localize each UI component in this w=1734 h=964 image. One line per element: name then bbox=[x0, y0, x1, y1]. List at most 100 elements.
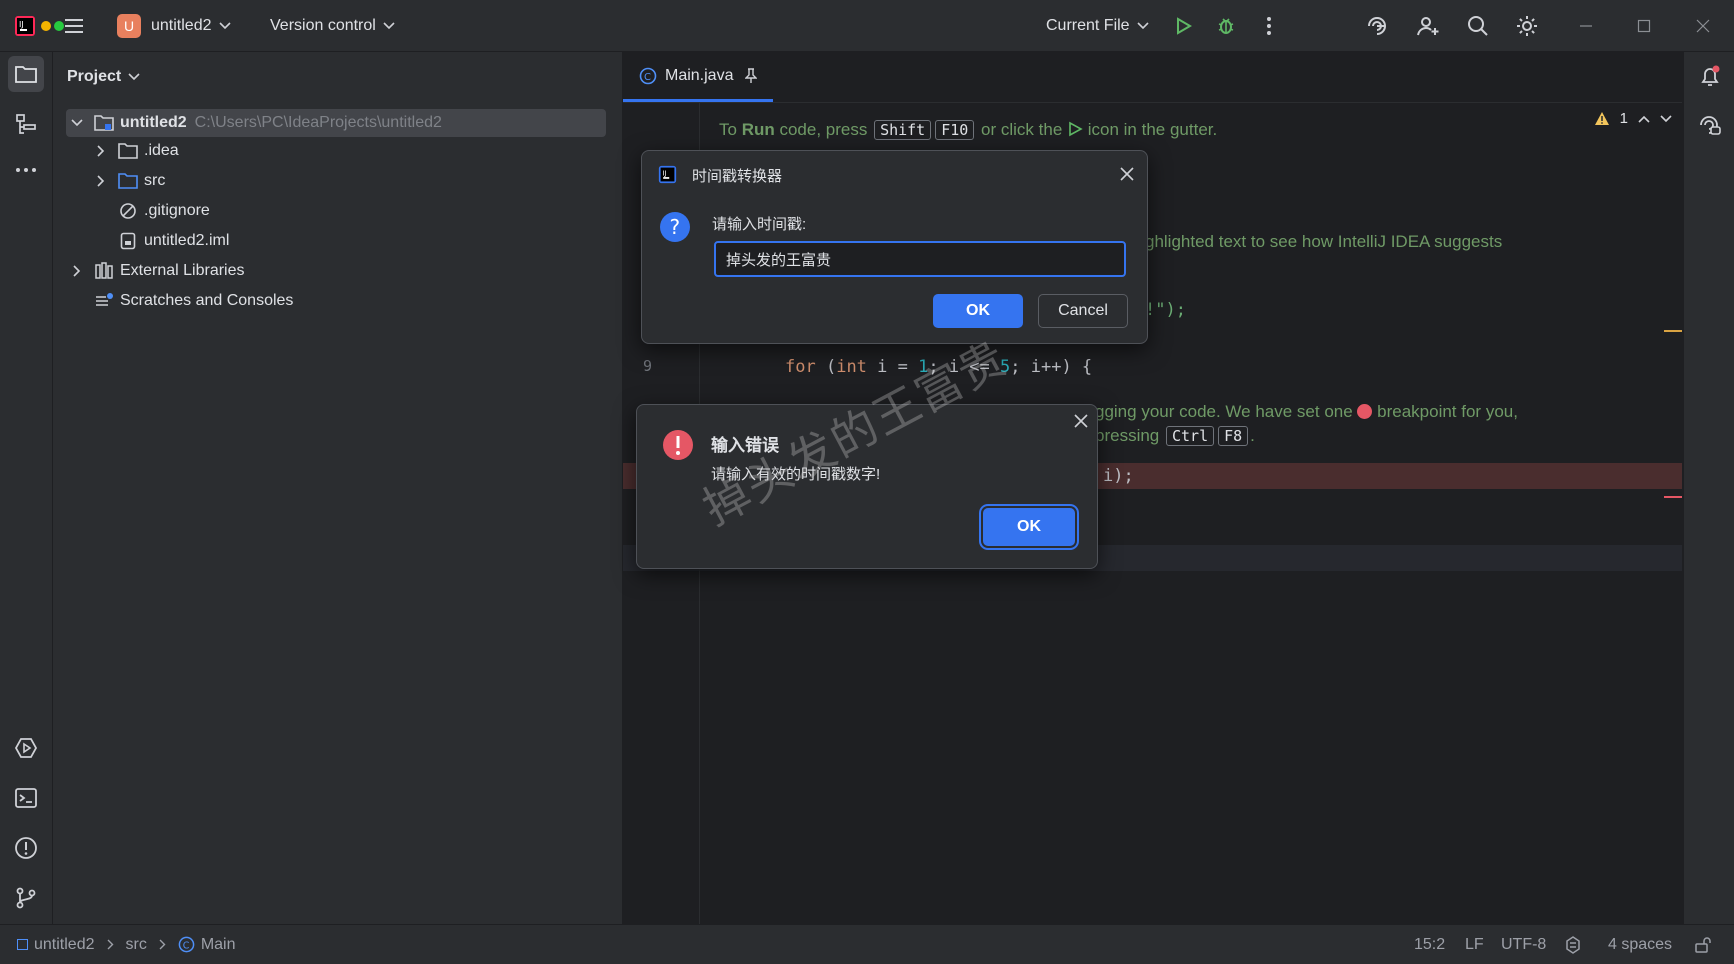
folder-icon bbox=[117, 143, 139, 159]
tree-item-iml[interactable]: untitled2.iml bbox=[117, 227, 229, 255]
editor-tab-bar: C Main.java bbox=[623, 52, 1682, 103]
ai-assistant-icon[interactable] bbox=[1364, 13, 1390, 39]
intellij-logo-icon: IJ bbox=[12, 13, 38, 39]
svg-text:IJ: IJ bbox=[662, 169, 666, 177]
tree-item-label: Scratches and Consoles bbox=[120, 292, 294, 309]
breadcrumb-project[interactable]: untitled2 bbox=[34, 936, 95, 954]
close-window-icon[interactable] bbox=[1690, 13, 1716, 39]
prompt-label: 请输入时间戳: bbox=[712, 216, 807, 233]
chevron-right-icon[interactable] bbox=[90, 145, 112, 157]
dialog-title: 时间戳转换器 bbox=[692, 168, 783, 185]
chevron-down-icon bbox=[218, 21, 231, 30]
chevron-down-icon[interactable] bbox=[66, 119, 88, 127]
tree-item-scratches[interactable]: Scratches and Consoles bbox=[93, 287, 293, 315]
module-folder-icon bbox=[93, 114, 115, 132]
warning-stripe-marker[interactable] bbox=[1664, 330, 1682, 332]
project-tool-folder-icon[interactable] bbox=[8, 56, 44, 92]
project-panel: Project untitled2 C:\Users\PC\IdeaProjec… bbox=[53, 52, 623, 924]
svg-text:C: C bbox=[644, 72, 651, 83]
f10-key: F10 bbox=[935, 120, 975, 140]
chevron-right-icon[interactable] bbox=[90, 175, 112, 187]
more-actions-icon[interactable] bbox=[1256, 13, 1282, 39]
chevron-down-icon bbox=[128, 73, 140, 81]
inspection-widget[interactable]: 1 bbox=[1594, 110, 1672, 127]
intellij-logo-icon: IJ bbox=[658, 165, 677, 184]
pin-icon[interactable] bbox=[745, 67, 758, 84]
doc-comment-breakpoint-hint: pressing Ctrl F8. bbox=[1095, 426, 1255, 446]
question-icon: ? bbox=[659, 211, 691, 243]
timestamp-input[interactable] bbox=[714, 241, 1126, 277]
indent-setting[interactable]: 4 spaces bbox=[1608, 925, 1672, 964]
project-name: untitled2 bbox=[151, 16, 212, 34]
line-separator[interactable]: LF bbox=[1465, 925, 1484, 964]
debug-icon[interactable] bbox=[1213, 13, 1239, 39]
file-encoding[interactable]: UTF-8 bbox=[1501, 925, 1546, 964]
tree-item-path: C:\Users\PC\IdeaProjects\untitled2 bbox=[194, 114, 442, 131]
svg-text:C: C bbox=[183, 940, 190, 951]
line-number: 9 bbox=[643, 357, 653, 375]
maximize-icon[interactable] bbox=[1631, 13, 1657, 39]
doc-comment-debug-hint: gging your code. We have set one breakpo… bbox=[1095, 402, 1518, 421]
tree-item-label: .idea bbox=[144, 142, 179, 159]
breadcrumb: untitled2 src C Main bbox=[17, 925, 236, 964]
problems-icon[interactable] bbox=[8, 830, 44, 866]
title-bar: IJ U untitled2 Version control Current F… bbox=[0, 0, 1734, 52]
git-branch-icon[interactable] bbox=[8, 880, 44, 916]
iml-file-icon bbox=[117, 232, 139, 250]
ai-chat-icon[interactable] bbox=[1692, 108, 1728, 144]
run-gutter-icon bbox=[1067, 121, 1083, 137]
java-class-icon: C bbox=[178, 936, 195, 953]
ignore-file-icon bbox=[117, 202, 139, 220]
read-only-lock-icon[interactable] bbox=[1694, 925, 1712, 964]
tab-main-java[interactable]: C Main.java bbox=[623, 52, 773, 102]
tree-item-src[interactable]: src bbox=[90, 167, 165, 195]
close-icon[interactable] bbox=[1073, 413, 1089, 429]
tree-item-label: src bbox=[144, 172, 166, 189]
project-selector[interactable]: U untitled2 bbox=[117, 0, 231, 51]
caret-position[interactable]: 15:2 bbox=[1414, 925, 1445, 964]
close-icon[interactable] bbox=[1119, 166, 1135, 182]
breadcrumb-src[interactable]: src bbox=[126, 936, 147, 954]
code-breakpoint-line: i); bbox=[1103, 466, 1134, 486]
project-panel-title: Project bbox=[67, 68, 122, 85]
code-for-loop: for (int i = 1; i <= 5; i++) { bbox=[785, 357, 1093, 377]
minimize-icon[interactable] bbox=[1573, 13, 1599, 39]
services-run-icon[interactable] bbox=[8, 730, 44, 766]
structure-icon[interactable] bbox=[8, 106, 44, 142]
settings-gear-icon[interactable] bbox=[1514, 13, 1540, 39]
warning-count: 1 bbox=[1619, 110, 1628, 127]
project-panel-header[interactable]: Project bbox=[67, 68, 140, 86]
main-menu-icon[interactable] bbox=[61, 13, 87, 39]
vcs-selector[interactable]: Version control bbox=[270, 0, 395, 51]
add-user-icon[interactable] bbox=[1415, 13, 1441, 39]
code-style-icon[interactable] bbox=[1564, 925, 1582, 964]
tab-label: Main.java bbox=[665, 66, 734, 84]
chevron-down-icon[interactable] bbox=[1660, 114, 1672, 123]
shift-key: Shift bbox=[874, 120, 932, 140]
error-message: 请输入有效的时间戳数字! bbox=[711, 466, 881, 483]
notifications-bell-icon[interactable] bbox=[1692, 58, 1728, 94]
error-stripe-marker[interactable] bbox=[1664, 496, 1682, 498]
project-badge: U bbox=[117, 13, 141, 38]
terminal-icon[interactable] bbox=[8, 780, 44, 816]
doc-comment-run-hint: To Run code, press Shift F10 or click the… bbox=[719, 120, 1218, 140]
tree-item-root[interactable]: untitled2 C:\Users\PC\IdeaProjects\untit… bbox=[66, 109, 606, 137]
tree-item-label: External Libraries bbox=[120, 262, 245, 279]
more-tools-icon[interactable] bbox=[8, 152, 44, 188]
library-icon bbox=[93, 262, 115, 280]
run-config-selector[interactable]: Current File bbox=[1046, 0, 1149, 51]
tree-item-gitignore[interactable]: .gitignore bbox=[117, 197, 210, 225]
error-icon bbox=[662, 429, 694, 461]
ok-button[interactable]: OK bbox=[933, 294, 1023, 328]
input-error-dialog: 输入错误 请输入有效的时间戳数字! OK bbox=[636, 404, 1098, 569]
search-icon[interactable] bbox=[1465, 13, 1491, 39]
tree-item-external-libraries[interactable]: External Libraries bbox=[66, 257, 245, 285]
svg-text:?: ? bbox=[670, 215, 681, 239]
run-icon[interactable] bbox=[1170, 13, 1196, 39]
chevron-right-icon[interactable] bbox=[66, 265, 88, 277]
breadcrumb-main[interactable]: Main bbox=[201, 936, 236, 954]
chevron-up-icon[interactable] bbox=[1638, 115, 1650, 123]
cancel-button[interactable]: Cancel bbox=[1038, 294, 1128, 328]
ok-button[interactable]: OK bbox=[983, 508, 1075, 546]
tree-item-idea[interactable]: .idea bbox=[90, 137, 179, 165]
